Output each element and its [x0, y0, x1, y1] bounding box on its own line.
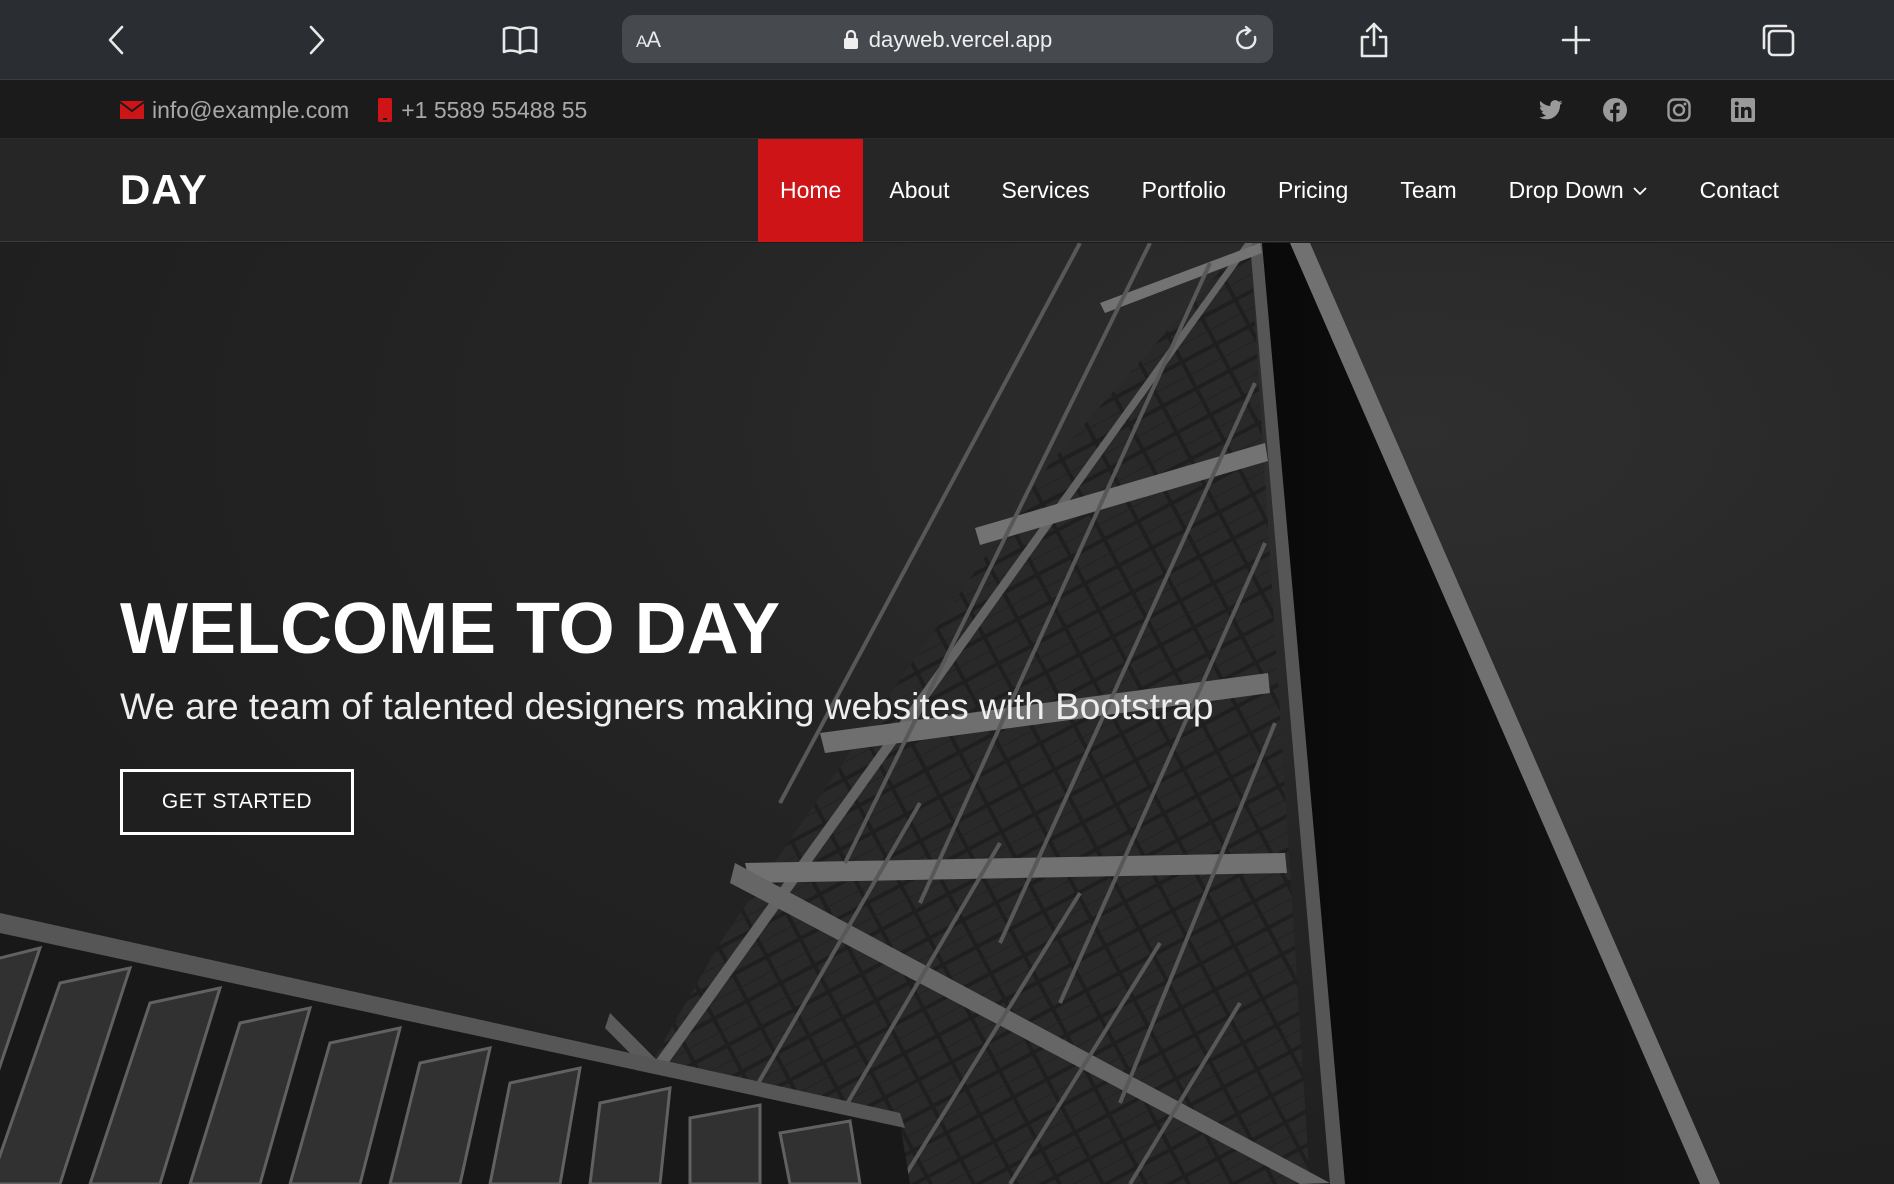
nav-item-home[interactable]: Home — [758, 139, 864, 242]
new-tab-button[interactable] — [1554, 18, 1598, 62]
share-icon — [1360, 22, 1388, 58]
site-logo[interactable]: DAY — [120, 166, 208, 214]
nav-item-services[interactable]: Services — [975, 139, 1115, 242]
address-bar[interactable]: AA dayweb.vercel.app — [622, 15, 1273, 63]
nav-item-team[interactable]: Team — [1374, 139, 1482, 242]
back-button[interactable] — [94, 18, 138, 62]
reload-icon — [1236, 25, 1257, 50]
instagram-link[interactable] — [1666, 97, 1692, 123]
twitter-icon — [1539, 100, 1563, 120]
nav-item-dropdown-label: Drop Down — [1508, 177, 1624, 203]
chevron-down-icon — [1633, 186, 1647, 195]
browser-toolbar: AA dayweb.vercel.app — [0, 0, 1894, 80]
facebook-icon — [1603, 98, 1627, 122]
site-header: DAY Home About Services Portfolio Pricin… — [0, 139, 1894, 242]
get-started-button[interactable]: GET STARTED — [120, 769, 354, 835]
email-contact[interactable]: info@example.com — [120, 97, 349, 124]
plus-icon — [1561, 25, 1591, 55]
phone-text: +1 5589 55488 55 — [401, 96, 588, 123]
linkedin-link[interactable] — [1730, 97, 1756, 123]
url-text: dayweb.vercel.app — [868, 27, 1053, 52]
nav-item-about[interactable]: About — [863, 139, 975, 242]
social-links — [1538, 81, 1756, 139]
nav-item-contact[interactable]: Contact — [1674, 139, 1805, 242]
chevron-left-icon — [108, 25, 124, 55]
share-button[interactable] — [1352, 18, 1396, 62]
book-icon — [502, 26, 538, 55]
contact-info: info@example.com +1 5589 55488 55 — [120, 81, 607, 139]
main-nav: Home About Services Portfolio Pricing Te… — [758, 139, 1805, 242]
tabs-icon — [1762, 24, 1795, 57]
envelope-icon — [120, 101, 144, 119]
tabs-overview-button[interactable] — [1756, 18, 1800, 62]
instagram-icon — [1667, 98, 1691, 122]
phone-contact[interactable]: +1 5589 55488 55 — [377, 97, 587, 124]
nav-item-portfolio[interactable]: Portfolio — [1116, 139, 1252, 242]
linkedin-icon — [1731, 98, 1755, 122]
chevron-right-icon — [309, 25, 325, 55]
hero-content: WELCOME TO DAY We are team of talented d… — [120, 588, 1214, 835]
hero-subtitle: We are team of talented designers making… — [120, 686, 1214, 727]
hero-section: WELCOME TO DAY We are team of talented d… — [0, 243, 1894, 1184]
nav-item-dropdown[interactable]: Drop Down — [1483, 139, 1674, 242]
forward-button[interactable] — [295, 18, 339, 62]
lock-icon — [843, 30, 858, 49]
email-text: info@example.com — [152, 96, 350, 123]
bookmarks-button[interactable] — [498, 18, 542, 62]
topbar: info@example.com +1 5589 55488 55 — [0, 81, 1894, 139]
nav-item-pricing[interactable]: Pricing — [1252, 139, 1374, 242]
facebook-link[interactable] — [1602, 97, 1628, 123]
hero-title: WELCOME TO DAY — [120, 589, 781, 669]
phone-icon — [378, 98, 393, 122]
twitter-link[interactable] — [1538, 97, 1564, 123]
reload-button[interactable] — [1231, 23, 1263, 55]
